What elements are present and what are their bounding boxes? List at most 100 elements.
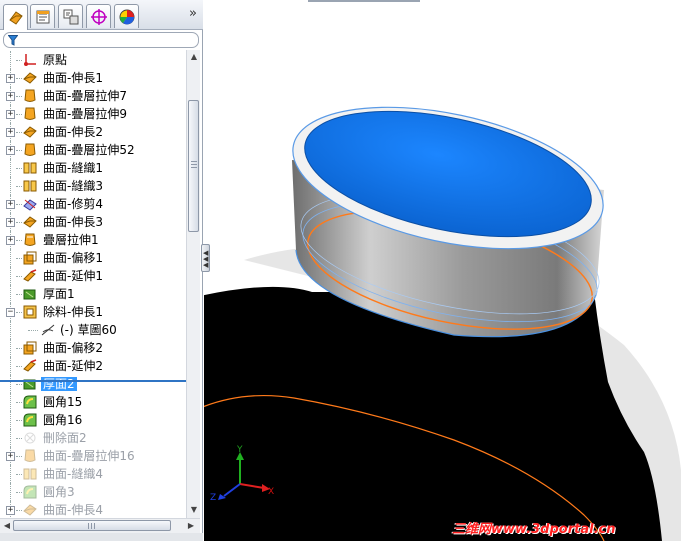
expand-toggle-icon[interactable]: + <box>6 146 15 155</box>
thicken-icon <box>22 376 38 392</box>
fillet-icon <box>22 484 38 500</box>
surface-offset-icon <box>22 250 38 266</box>
feature-tree-item[interactable]: + 曲面-伸長1 <box>0 69 186 87</box>
feature-tree-item[interactable]: 圓角3 <box>0 483 186 501</box>
feature-tree-item-label: 曲面-偏移2 <box>43 341 103 355</box>
feature-tree-item-label: 圓角3 <box>43 485 75 499</box>
surface-extrude-icon <box>22 502 38 518</box>
fillet-icon <box>22 412 38 428</box>
surface-extrude-icon <box>22 124 38 140</box>
feature-tree-item-label: 疊層拉伸1 <box>43 233 99 247</box>
tab-dimxpert-manager[interactable] <box>86 4 111 28</box>
feature-tree-item-label: 圓角16 <box>43 413 83 427</box>
feature-tree-item[interactable]: − 除料-伸長1 <box>0 303 186 321</box>
more-tabs-button[interactable]: » <box>189 7 197 21</box>
feature-tree-item-label: 除料-伸長1 <box>43 305 103 319</box>
feature-tree-item[interactable]: (-) 草圖60 <box>0 321 186 339</box>
surface-offset-icon <box>22 340 38 356</box>
triad-y-label: Y <box>236 445 243 455</box>
feature-tree-item[interactable]: + 曲面-伸長2 <box>0 123 186 141</box>
property-manager-icon <box>36 10 50 24</box>
feature-tree-item-label: 曲面-疊層拉伸16 <box>43 449 135 463</box>
feature-tree-item[interactable]: 圓角15 <box>0 393 186 411</box>
feature-tree-item-label: 曲面-伸長3 <box>43 215 103 229</box>
viewport-top-line <box>308 0 420 2</box>
feature-tree-item[interactable]: 曲面-縫織1 <box>0 159 186 177</box>
surface-knit-icon <box>22 160 38 176</box>
expand-toggle-icon[interactable]: + <box>6 506 15 515</box>
surface-extrude-icon <box>22 70 38 86</box>
feature-tree-item-label: 曲面-延伸2 <box>43 359 103 373</box>
fillet-icon <box>22 394 38 410</box>
dimxpert-icon <box>91 9 107 25</box>
feature-tree-item-label: 曲面-疊層拉伸9 <box>43 107 127 121</box>
scroll-up-icon[interactable]: ▲ <box>189 52 199 62</box>
tab-configuration-manager[interactable] <box>58 4 83 28</box>
feature-tree-item-label: (-) 草圖60 <box>60 323 117 337</box>
feature-tree-item[interactable]: 原點 <box>0 51 186 69</box>
expand-toggle-icon[interactable]: + <box>6 200 15 209</box>
expand-toggle-icon[interactable]: + <box>6 128 15 137</box>
expand-toggle-icon[interactable]: + <box>6 236 15 245</box>
feature-tree-item-label: 曲面-偏移1 <box>43 251 103 265</box>
expand-toggle-icon[interactable]: + <box>6 74 15 83</box>
feature-filter-box[interactable] <box>3 32 199 48</box>
feature-tree-item[interactable]: + 曲面-伸長4 <box>0 501 186 518</box>
collapse-toggle-icon[interactable]: − <box>6 308 15 317</box>
panel-status-strip <box>0 533 203 541</box>
feature-tree-item[interactable]: 曲面-延伸1 <box>0 267 186 285</box>
feature-tree-item[interactable]: 厚面1 <box>0 285 186 303</box>
feature-tree-item[interactable]: 曲面-偏移1 <box>0 249 186 267</box>
feature-tree-item[interactable]: 圓角16 <box>0 411 186 429</box>
feature-tree-item[interactable]: + 曲面-伸長3 <box>0 213 186 231</box>
vertical-scroll-thumb[interactable] <box>188 100 199 232</box>
model-view: Y X Z <box>204 106 681 541</box>
tree-vertical-scrollbar[interactable]: ▲ ▼ <box>186 50 200 518</box>
surface-knit-icon <box>22 178 38 194</box>
feature-tree-item[interactable]: 刪除面2 <box>0 429 186 447</box>
feature-tree-item-label: 曲面-縫織1 <box>43 161 103 175</box>
feature-tree-item[interactable]: 曲面-偏移2 <box>0 339 186 357</box>
tab-display-manager[interactable] <box>114 4 139 28</box>
tab-property-manager[interactable] <box>30 4 55 28</box>
feature-tree-item-label: 曲面-縫織4 <box>43 467 103 481</box>
feature-tree-item[interactable]: + 疊層拉伸1 <box>0 231 186 249</box>
feature-tree-item[interactable]: 曲面-縫織4 <box>0 465 186 483</box>
rollback-bar[interactable] <box>0 380 186 382</box>
watermark-text: 三维网www.3dportal.cn <box>452 522 616 537</box>
expand-toggle-icon[interactable]: + <box>6 92 15 101</box>
surface-loft-icon <box>22 142 38 158</box>
origin-icon <box>22 52 38 68</box>
graphics-viewport[interactable]: Y X Z <box>204 0 681 541</box>
feature-tree-item[interactable]: 曲面-延伸2 <box>0 357 186 375</box>
feature-tree-item-label: 曲面-疊層拉伸7 <box>43 89 127 103</box>
horizontal-scroll-thumb[interactable] <box>13 520 171 531</box>
feature-tree-item-label: 厚面1 <box>43 287 75 301</box>
surface-loft-icon <box>22 88 38 104</box>
expand-toggle-icon[interactable]: + <box>6 452 15 461</box>
feature-tree-item[interactable]: + 曲面-疊層拉伸9 <box>0 105 186 123</box>
feature-tree-item[interactable]: 厚面2 <box>0 375 186 393</box>
feature-tree-item-label: 曲面-伸長4 <box>43 503 103 517</box>
manager-tab-bar: » <box>0 0 203 30</box>
expand-toggle-icon[interactable]: + <box>6 218 15 227</box>
feature-manager-icon <box>9 11 23 25</box>
feature-tree-item-label: 曲面-延伸1 <box>43 269 103 283</box>
tab-feature-manager[interactable] <box>3 4 28 30</box>
feature-tree-item[interactable]: + 曲面-疊層拉伸16 <box>0 447 186 465</box>
feature-tree-item[interactable]: + 曲面-疊層拉伸52 <box>0 141 186 159</box>
scroll-left-icon[interactable]: ◀ <box>2 521 12 531</box>
feature-tree-item[interactable]: + 曲面-疊層拉伸7 <box>0 87 186 105</box>
feature-tree-item-label: 圓角15 <box>43 395 83 409</box>
tree-horizontal-scrollbar[interactable]: ◀ ▶ <box>0 518 200 533</box>
feature-tree-item[interactable]: 曲面-縫織3 <box>0 177 186 195</box>
expand-toggle-icon[interactable]: + <box>6 110 15 119</box>
loft-icon <box>22 232 38 248</box>
scroll-down-icon[interactable]: ▼ <box>189 505 199 515</box>
surface-loft-icon <box>22 106 38 122</box>
surface-trim-icon <box>22 196 38 212</box>
feature-tree-item[interactable]: + 曲面-修剪4 <box>0 195 186 213</box>
scroll-right-icon[interactable]: ▶ <box>186 521 196 531</box>
surface-knit-icon <box>22 466 38 482</box>
feature-tree-item-label: 曲面-修剪4 <box>43 197 103 211</box>
